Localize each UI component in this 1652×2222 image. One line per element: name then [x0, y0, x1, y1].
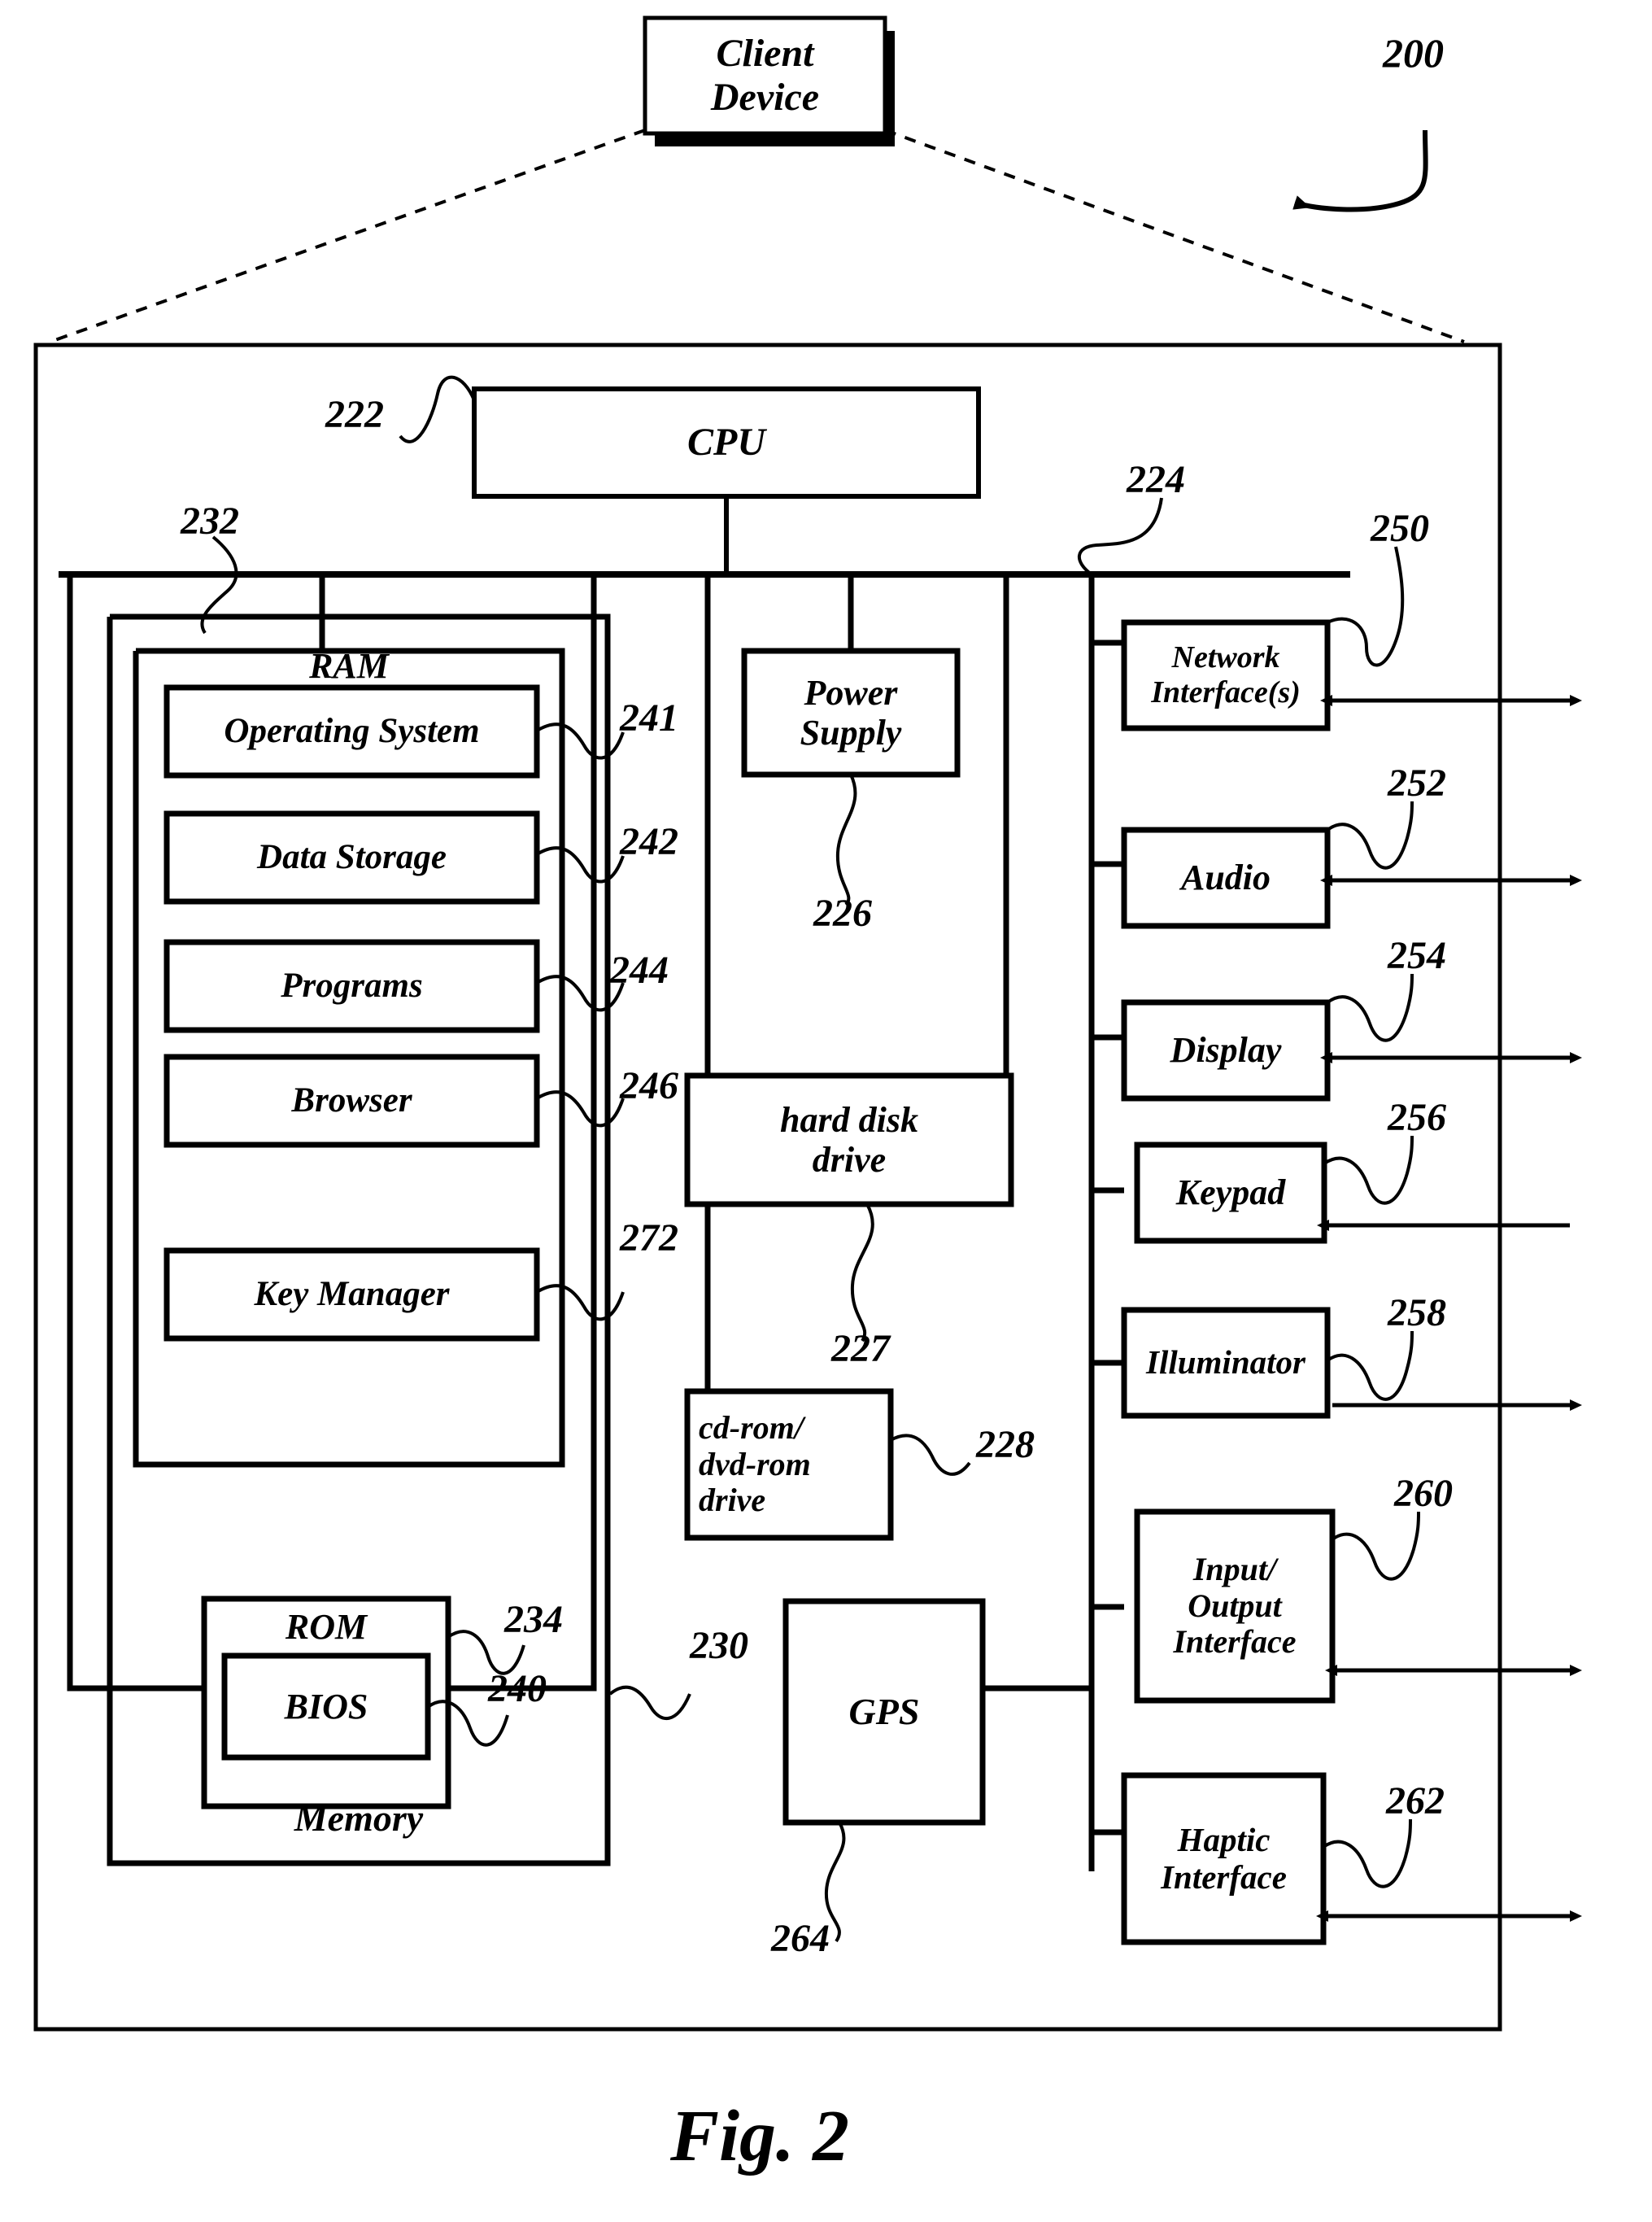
ref-260-label: 260	[1394, 1472, 1453, 1515]
gps-label: GPS	[848, 1691, 920, 1733]
input-output-line-3: Interface	[1173, 1623, 1297, 1661]
ref-240-label: 240	[488, 1667, 547, 1710]
ref-227-leader	[850, 1203, 874, 1342]
ref-232-label: 232	[181, 500, 239, 543]
cdrom-drive-line-1: cd-rom/	[699, 1408, 804, 1446]
ref-246-label: 246	[620, 1064, 678, 1107]
ref-258-leader	[1326, 1330, 1414, 1401]
peripheral-arrows	[1316, 695, 1582, 1922]
network-interface-line-2: Interface(s)	[1151, 675, 1301, 709]
ref-224-label: 224	[1127, 458, 1185, 501]
ref-258-label: 258	[1388, 1291, 1446, 1334]
network-interface-label: Network Interface(s)	[1124, 622, 1327, 728]
ref-227-label: 227	[831, 1327, 890, 1370]
input-output-line-1: Input/	[1192, 1550, 1277, 1587]
cdrom-drive-label: cd-rom/ dvd-rom drive	[687, 1391, 891, 1538]
browser-label: Browser	[291, 1080, 412, 1120]
ref-252-leader	[1326, 801, 1414, 870]
ref-250-label: 250	[1371, 507, 1429, 550]
ref-230-label: 230	[690, 1624, 748, 1667]
ref-226-leader	[835, 774, 857, 906]
ref-222-label: 222	[325, 393, 384, 436]
ref-234-label: 234	[504, 1598, 563, 1641]
ref-254-label: 254	[1388, 934, 1446, 977]
patent-figure-sheet: Client Device 200 CPU 222 232 224 RAM Op…	[0, 0, 1652, 2222]
ref-262-leader	[1322, 1818, 1412, 1888]
ram-label: RAM	[309, 646, 389, 687]
ref-242-label: 242	[620, 820, 678, 863]
haptic-interface-line-1: Haptic	[1177, 1820, 1271, 1858]
ref-264-label: 264	[771, 1917, 830, 1960]
network-interface-line-1: Network	[1171, 640, 1280, 675]
haptic-interface-line-2: Interface	[1161, 1857, 1287, 1896]
input-output-interface-label: Input/ Output Interface	[1137, 1512, 1332, 1700]
cpu-label: CPU	[687, 421, 765, 465]
haptic-interface-label: Haptic Interface	[1124, 1775, 1323, 1942]
keypad-label: Keypad	[1175, 1172, 1286, 1213]
client-device-line-2: Device	[710, 76, 820, 119]
ref-230-leader	[608, 1685, 691, 1720]
ref-262-label: 262	[1386, 1779, 1445, 1823]
display-label: Display	[1170, 1030, 1282, 1071]
ref-228-label: 228	[976, 1423, 1035, 1466]
power-supply-line-1: Power	[804, 672, 898, 713]
ref-244-label: 244	[610, 949, 669, 992]
ref-272-label: 272	[620, 1216, 678, 1259]
ref-254-leader	[1326, 973, 1414, 1042]
figure-caption: Fig. 2	[670, 2096, 850, 2176]
cdrom-drive-line-3: drive	[699, 1482, 766, 1519]
data-storage-label: Data Storage	[257, 837, 447, 876]
ref-250-leader	[1327, 546, 1405, 667]
ref-252-label: 252	[1388, 762, 1446, 805]
ref-260-leader	[1331, 1511, 1420, 1581]
hard-disk-drive-line-1: hard disk	[780, 1099, 918, 1140]
power-supply-line-2: Supply	[800, 713, 902, 753]
peripheral-column-rails	[1088, 574, 1124, 1871]
power-supply-label: Power Supply	[744, 651, 957, 775]
programs-label: Programs	[281, 966, 423, 1005]
expansion-dashed-lines	[50, 129, 1465, 343]
rom-label: ROM	[285, 1607, 368, 1648]
ref-241-label: 241	[620, 696, 678, 740]
client-device-label: Client Device	[645, 18, 885, 133]
operating-system-label: Operating System	[224, 711, 480, 750]
memory-label: Memory	[294, 1797, 424, 1840]
ref-256-leader	[1323, 1135, 1414, 1205]
ref-228-leader	[890, 1434, 971, 1476]
audio-label: Audio	[1180, 858, 1271, 898]
ref-200-label: 200	[1383, 30, 1444, 76]
key-manager-label: Key Manager	[254, 1274, 450, 1313]
cdrom-drive-line-2: dvd-rom	[699, 1445, 811, 1482]
ref-226-label: 226	[813, 892, 872, 935]
input-output-line-2: Output	[1188, 1587, 1282, 1624]
hard-disk-drive-line-2: drive	[812, 1140, 887, 1180]
hard-disk-drive-label: hard disk drive	[687, 1076, 1011, 1204]
bios-label: BIOS	[284, 1686, 368, 1727]
ref-224-leader	[1077, 497, 1163, 576]
client-device-line-1: Client	[716, 32, 814, 76]
illuminator-label: Illuminator	[1146, 1343, 1305, 1382]
ref-256-label: 256	[1388, 1096, 1446, 1139]
ref-200-leader	[1292, 129, 1428, 212]
ref-222-leader	[399, 375, 476, 443]
